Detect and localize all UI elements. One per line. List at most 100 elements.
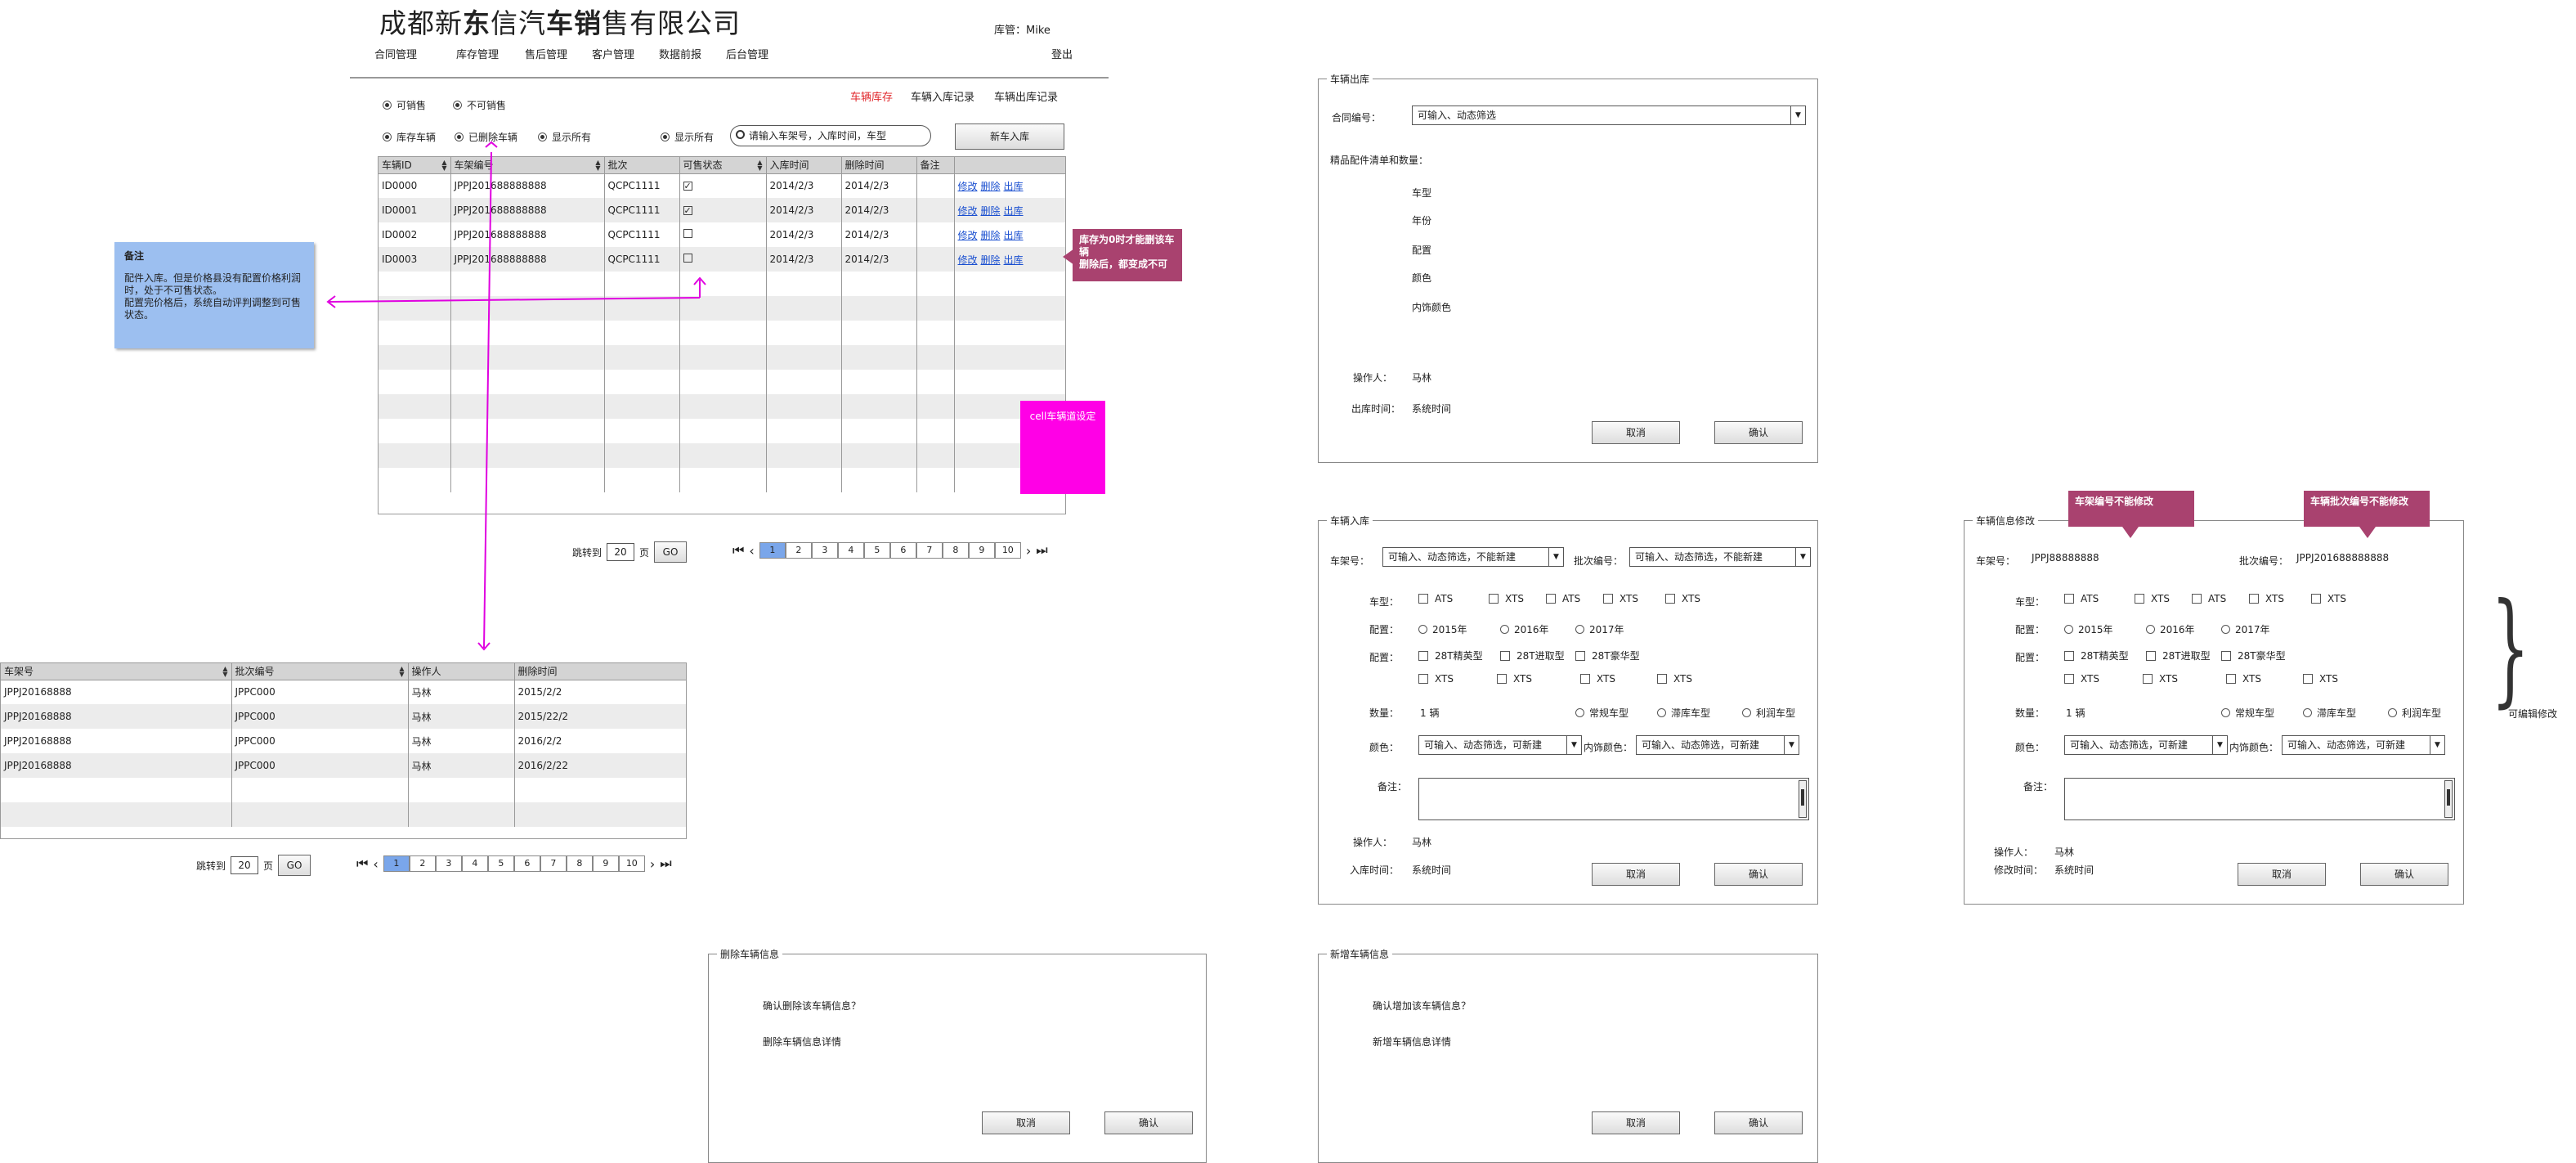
sort-icon[interactable]: ▲ ▼	[222, 666, 227, 678]
checkbox[interactable]	[1418, 674, 1428, 684]
first-page-icon[interactable]: ⏮	[356, 855, 368, 872]
model-checkbox[interactable]: XTS	[2135, 593, 2170, 604]
checkbox[interactable]	[1497, 674, 1507, 684]
kind-radio[interactable]: 利润车型	[2388, 706, 2441, 720]
checkbox[interactable]	[2064, 650, 2074, 661]
page-button[interactable]: 6	[513, 855, 540, 872]
color-select[interactable]: 可输入、动态筛选，可新建 ▼	[1418, 735, 1582, 755]
page-button[interactable]: 4	[461, 855, 488, 872]
confirm-button[interactable]: 确认	[1714, 421, 1803, 444]
model-checkbox[interactable]: ATS	[1546, 593, 1580, 604]
trim-checkbox[interactable]: 28T豪华型	[2221, 649, 2286, 662]
page-button[interactable]: 1	[383, 855, 410, 872]
trim-checkbox[interactable]: 28T豪华型	[1575, 649, 1640, 662]
page-size-input[interactable]: 20	[231, 856, 259, 874]
model-checkbox[interactable]: XTS	[1603, 593, 1638, 604]
trim-checkbox[interactable]: XTS	[2303, 673, 2338, 685]
checkbox[interactable]	[2143, 674, 2153, 684]
checkbox[interactable]	[1657, 674, 1667, 684]
inner-color-select[interactable]: 可输入、动态筛选，可新建 ▼	[1636, 735, 1799, 755]
trim-checkbox[interactable]: XTS	[1657, 673, 1692, 685]
checkbox[interactable]	[1580, 674, 1590, 684]
cancel-button[interactable]: 取消	[1592, 421, 1680, 444]
prev-page-icon[interactable]: ‹	[373, 856, 378, 872]
year-radio[interactable]: 2017年	[1575, 622, 1624, 636]
cancel-button[interactable]: 取消	[2238, 863, 2326, 886]
trim-checkbox[interactable]: 28T精英型	[1418, 649, 1483, 662]
chevron-down-icon[interactable]: ▼	[1566, 736, 1581, 754]
kind-radio[interactable]: 滞库车型	[2303, 706, 2356, 720]
checkbox[interactable]	[2221, 650, 2231, 661]
trim-checkbox[interactable]: 28T精英型	[2064, 649, 2129, 662]
checkbox[interactable]	[1418, 594, 1428, 604]
checkbox[interactable]	[1665, 594, 1675, 604]
year-radio[interactable]: 2016年	[1500, 622, 1549, 636]
year-radio[interactable]: 2015年	[2064, 622, 2113, 636]
trim-checkbox[interactable]: XTS	[1418, 673, 1454, 685]
col-header[interactable]: 批次编号 ▲ ▼	[231, 663, 409, 680]
model-checkbox[interactable]: XTS	[1489, 593, 1524, 604]
contract-select[interactable]: 可输入、动态筛选 ▼	[1412, 106, 1806, 125]
trim-checkbox[interactable]: XTS	[1580, 673, 1615, 685]
checkbox[interactable]	[2311, 594, 2321, 604]
trim-checkbox[interactable]: XTS	[2064, 673, 2099, 685]
checkbox[interactable]	[2064, 594, 2074, 604]
confirm-button[interactable]: 确认	[1714, 863, 1803, 886]
model-checkbox[interactable]: ATS	[1418, 593, 1453, 604]
kind-radio[interactable]: 常规车型	[1575, 706, 1628, 720]
model-checkbox[interactable]: XTS	[2311, 593, 2346, 604]
trim-checkbox[interactable]: XTS	[1497, 673, 1532, 685]
trim-checkbox[interactable]: 28T进取型	[1500, 649, 1565, 662]
model-checkbox[interactable]: XTS	[1665, 593, 1700, 604]
checkbox[interactable]	[1575, 650, 1585, 661]
year-radio[interactable]: 2015年	[1418, 622, 1467, 636]
col-header[interactable]: 车架号 ▲ ▼	[1, 663, 232, 680]
checkbox[interactable]	[1418, 650, 1428, 661]
model-checkbox[interactable]: ATS	[2192, 593, 2226, 604]
remark-textarea[interactable]	[2064, 778, 2455, 820]
kind-radio[interactable]: 利润车型	[1742, 706, 1795, 720]
color-select[interactable]: 可输入、动态筛选，可新建 ▼	[2064, 735, 2228, 755]
trim-checkbox[interactable]: XTS	[2226, 673, 2261, 685]
checkbox[interactable]	[2303, 674, 2313, 684]
checkbox[interactable]	[1603, 594, 1613, 604]
confirm-button[interactable]: 确认	[2360, 863, 2448, 886]
page-button[interactable]: 2	[409, 855, 436, 872]
checkbox[interactable]	[2135, 594, 2144, 604]
trim-checkbox[interactable]: 28T进取型	[2146, 649, 2211, 662]
cancel-button[interactable]: 取消	[982, 1111, 1070, 1134]
last-page-icon[interactable]: ⏭	[660, 855, 671, 872]
checkbox[interactable]	[2192, 594, 2202, 604]
chevron-down-icon[interactable]: ▼	[1790, 106, 1805, 124]
chevron-down-icon[interactable]: ▼	[2212, 736, 2227, 754]
page-button[interactable]: 10	[618, 855, 645, 872]
vin-select[interactable]: 可输入、动态筛选，不能新建 ▼	[1382, 547, 1564, 567]
scrollbar[interactable]	[2444, 780, 2453, 818]
kind-radio[interactable]: 常规车型	[2221, 706, 2274, 720]
checkbox[interactable]	[2146, 650, 2156, 661]
chevron-down-icon[interactable]: ▼	[1548, 548, 1563, 566]
cancel-button[interactable]: 取消	[1592, 863, 1680, 886]
cancel-button[interactable]: 取消	[1592, 1111, 1680, 1134]
checkbox[interactable]	[2249, 594, 2259, 604]
inner-color-select[interactable]: 可输入、动态筛选，可新建 ▼	[2282, 735, 2445, 755]
next-page-icon[interactable]: ›	[650, 856, 655, 872]
model-checkbox[interactable]: XTS	[2249, 593, 2284, 604]
scrollbar[interactable]	[1799, 780, 1807, 818]
remark-textarea[interactable]	[1418, 778, 1809, 820]
batch-select[interactable]: 可输入、动态筛选，不能新建 ▼	[1629, 547, 1811, 567]
page-button[interactable]: 8	[566, 855, 593, 872]
trim-checkbox[interactable]: XTS	[2143, 673, 2178, 685]
checkbox[interactable]	[1500, 650, 1510, 661]
chevron-down-icon[interactable]: ▼	[2430, 736, 2444, 754]
checkbox[interactable]	[2226, 674, 2236, 684]
page-button[interactable]: 3	[435, 855, 462, 872]
confirm-button[interactable]: 确认	[1714, 1111, 1803, 1134]
chevron-down-icon[interactable]: ▼	[1795, 548, 1810, 566]
go-button[interactable]: GO	[278, 855, 311, 876]
chevron-down-icon[interactable]: ▼	[1784, 736, 1799, 754]
sort-icon[interactable]: ▲ ▼	[399, 666, 404, 678]
checkbox[interactable]	[2064, 674, 2074, 684]
page-button[interactable]: 5	[487, 855, 514, 872]
checkbox[interactable]	[1489, 594, 1499, 604]
